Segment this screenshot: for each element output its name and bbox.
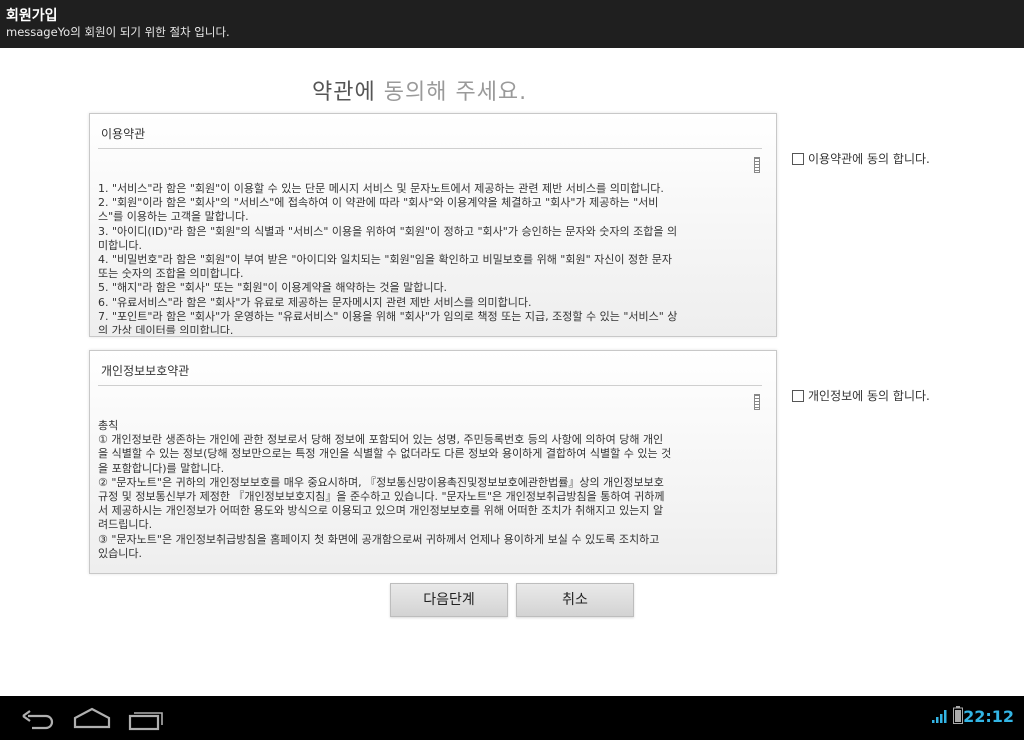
terms-divider <box>98 148 762 149</box>
terms-line: 의 가상 데이터를 의미합니다. <box>98 324 234 334</box>
terms-panel[interactable]: 이용약관 1. "서비스"라 함은 "회원"이 이용할 수 있는 단문 메시지 … <box>89 113 777 337</box>
system-nav-bar: 22:12 <box>0 696 1024 740</box>
title-bar: 회원가입 messageYo의 회원이 되기 위한 절차 입니다. <box>0 0 1024 48</box>
terms-line: 2. "회원"이라 함은 "회사"의 "서비스"에 접속하여 이 약관에 따라 … <box>98 196 659 210</box>
terms-line: 7. "포인트"라 함은 "회사"가 운영하는 "유료서비스" 이용을 위해 "… <box>98 309 678 323</box>
privacy-line: ① 개인정보란 생존하는 개인에 관한 정보로서 당해 정보에 포함되어 있는 … <box>98 433 664 447</box>
checkbox-box[interactable] <box>792 153 804 165</box>
privacy-agree-label: 개인정보에 동의 합니다. <box>808 389 930 403</box>
recent-apps-icon[interactable] <box>126 704 166 732</box>
terms-scrollbar[interactable] <box>754 157 760 173</box>
privacy-text: 총칙 ① 개인정보란 생존하는 개인에 관한 정보로서 당해 정보에 포함되어 … <box>98 419 754 571</box>
privacy-line: 을 포함합니다)를 말합니다. <box>98 461 225 475</box>
terms-line: 5. "해지"라 함은 "회사" 또는 "회원"이 이용계약을 해약하는 것을 … <box>98 281 448 295</box>
next-step-button[interactable]: 다음단계 <box>390 583 508 617</box>
terms-agree-label: 이용약관에 동의 합니다. <box>808 152 930 166</box>
terms-line: 스"를 이용하는 고객을 말합니다. <box>98 210 249 224</box>
privacy-title: 개인정보보호약관 <box>101 364 190 378</box>
terms-line: 4. "비밀번호"라 함은 "회원"이 부여 받은 "아이디와 일치되는 "회원… <box>98 253 672 267</box>
page-title-light: 동의해 주세요. <box>383 80 528 105</box>
privacy-line: 있습니다. <box>98 546 142 560</box>
privacy-divider <box>98 385 762 386</box>
app-subtitle: messageYo의 회원이 되기 위한 절차 입니다. <box>6 25 230 39</box>
battery-icon <box>953 706 963 724</box>
terms-line: 1. "서비스"라 함은 "회원"이 이용할 수 있는 단문 메시지 서비스 및… <box>98 182 664 195</box>
terms-line: 미합니다. <box>98 238 142 252</box>
privacy-line: ② "문자노트"은 귀하의 개인정보보호를 매우 중요시하며, 『정보통신망이용… <box>98 475 664 489</box>
app-title: 회원가입 <box>6 8 58 24</box>
privacy-line: 려드립니다. <box>98 518 153 532</box>
page-title: 약관에 동의해 주세요. <box>312 74 527 106</box>
status-clock: 22:12 <box>963 707 1014 726</box>
checkbox-box[interactable] <box>792 390 804 402</box>
terms-text: 1. "서비스"라 함은 "회원"이 이용할 수 있는 단문 메시지 서비스 및… <box>98 182 754 334</box>
terms-line: 또는 숫자의 조합을 의미합니다. <box>98 267 244 281</box>
privacy-line: ③ "문자노트"은 개인정보취급방침을 홈페이지 첫 화면에 공개함으로써 귀하… <box>98 532 660 546</box>
privacy-line: 을 식별할 수 있는 정보(당해 정보만으로는 특정 개인을 식별할 수 없더라… <box>98 447 672 461</box>
privacy-line: 규정 및 정보통신부가 제정한 『개인정보보호지침』을 준수하고 있습니다. "… <box>98 490 665 504</box>
privacy-scrollbar[interactable] <box>754 394 760 410</box>
terms-line: 3. "아이디(ID)"라 함은 "회원"의 식별과 "서비스" 이용을 위하여… <box>98 224 678 238</box>
page-title-dark: 약관에 <box>312 80 376 105</box>
privacy-agree-checkbox[interactable]: 개인정보에 동의 합니다. <box>792 387 930 404</box>
terms-title: 이용약관 <box>101 127 146 141</box>
back-icon[interactable] <box>20 704 56 732</box>
signal-icon <box>932 710 947 723</box>
terms-line: 6. "유료서비스"라 함은 "회사"가 유료로 제공하는 문자메시지 관련 제… <box>98 295 532 309</box>
privacy-line: 서 제공하시는 개인정보가 어떠한 용도와 방식으로 이용되고 있으며 개인정보… <box>98 504 664 518</box>
home-icon[interactable] <box>72 704 112 732</box>
terms-agree-checkbox[interactable]: 이용약관에 동의 합니다. <box>792 150 930 167</box>
privacy-line: 총칙 <box>98 419 119 432</box>
privacy-panel[interactable]: 개인정보보호약관 총칙 ① 개인정보란 생존하는 개인에 관한 정보로서 당해 … <box>89 350 777 574</box>
cancel-button[interactable]: 취소 <box>516 583 634 617</box>
